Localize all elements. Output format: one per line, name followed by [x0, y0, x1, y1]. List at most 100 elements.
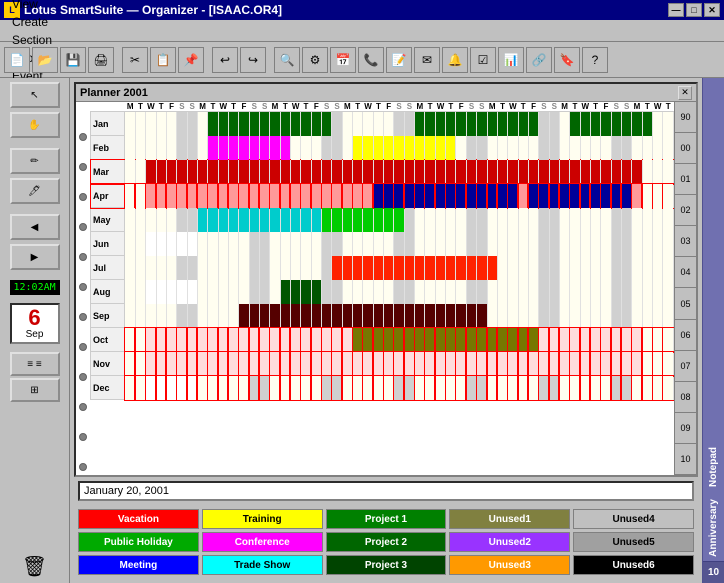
planner-cell[interactable] [653, 280, 663, 304]
planner-cell[interactable] [653, 256, 663, 280]
planner-cell[interactable] [280, 208, 290, 232]
planner-cell[interactable] [435, 328, 445, 352]
planner-cell[interactable] [249, 112, 259, 136]
right-num-9[interactable]: 08 [675, 382, 696, 413]
planner-cell[interactable] [125, 208, 135, 232]
planner-cell[interactable] [549, 280, 559, 304]
planner-cell[interactable] [135, 160, 145, 184]
planner-cell[interactable] [404, 136, 414, 160]
planner-cell[interactable] [415, 136, 425, 160]
planner-cell[interactable] [342, 280, 352, 304]
planner-cell[interactable] [125, 280, 135, 304]
planner-cell[interactable] [653, 136, 663, 160]
planner-cell[interactable] [446, 232, 456, 256]
planner-cell[interactable] [497, 376, 507, 400]
planner-cell[interactable] [632, 184, 642, 208]
planner-row[interactable]: Sep [91, 304, 674, 328]
planner-cell[interactable] [228, 256, 238, 280]
planner-cell[interactable] [621, 232, 631, 256]
planner-cell[interactable] [311, 304, 321, 328]
planner-cell[interactable] [580, 352, 590, 376]
planner-cell[interactable] [518, 352, 528, 376]
planner-cell[interactable] [146, 112, 156, 136]
planner-cell[interactable] [404, 232, 414, 256]
planner-cell[interactable] [125, 136, 135, 160]
planner-cell[interactable] [197, 304, 207, 328]
planner-cell[interactable] [580, 256, 590, 280]
planner-cell[interactable] [642, 232, 652, 256]
planner-cell[interactable] [653, 328, 663, 352]
planner-cell[interactable] [580, 328, 590, 352]
planner-cell[interactable] [322, 376, 332, 400]
planner-cell[interactable] [539, 352, 549, 376]
planner-cell[interactable] [570, 280, 580, 304]
planner-cell[interactable] [353, 184, 363, 208]
planner-cell[interactable] [156, 160, 166, 184]
planner-cell[interactable] [135, 352, 145, 376]
legend-item-4[interactable]: Unused4 [573, 509, 694, 529]
planner-cell[interactable] [322, 352, 332, 376]
planner-cell[interactable] [239, 352, 249, 376]
planner-cell[interactable] [477, 352, 487, 376]
bookmark-button[interactable]: 🔖 [554, 47, 580, 73]
planner-cell[interactable] [311, 136, 321, 160]
planner-cell[interactable] [270, 256, 280, 280]
planner-cell[interactable] [177, 112, 187, 136]
planner-cell[interactable] [508, 232, 518, 256]
planner-cell[interactable] [456, 352, 466, 376]
planner-cell[interactable] [497, 352, 507, 376]
planner-cell[interactable] [363, 232, 373, 256]
planner-cell[interactable] [632, 232, 642, 256]
planner-cell[interactable] [539, 136, 549, 160]
planner-cell[interactable] [456, 280, 466, 304]
planner-cell[interactable] [621, 208, 631, 232]
planner-cell[interactable] [404, 352, 414, 376]
planner-cell[interactable] [280, 352, 290, 376]
planner-cell[interactable] [228, 352, 238, 376]
redo-button[interactable]: ↪ [240, 47, 266, 73]
planner-cell[interactable] [487, 280, 497, 304]
planner-cell[interactable] [601, 184, 611, 208]
legend-item-6[interactable]: Conference [202, 532, 323, 552]
planner-cell[interactable] [663, 208, 674, 232]
planner-cell[interactable] [125, 328, 135, 352]
legend-item-7[interactable]: Project 2 [326, 532, 447, 552]
planner-cell[interactable] [259, 280, 269, 304]
hand-tool[interactable]: ✋ [10, 112, 60, 138]
planner-cell[interactable] [653, 112, 663, 136]
planner-cell[interactable] [270, 328, 280, 352]
planner-cell[interactable] [570, 184, 580, 208]
planner-cell[interactable] [249, 376, 259, 400]
planner-cell[interactable] [425, 112, 435, 136]
planner-cell[interactable] [135, 376, 145, 400]
planner-cell[interactable] [218, 328, 228, 352]
save-button[interactable]: 💾 [60, 47, 86, 73]
planner-cell[interactable] [177, 160, 187, 184]
planner-cell[interactable] [559, 304, 569, 328]
planner-cell[interactable] [528, 304, 538, 328]
planner-cell[interactable] [528, 160, 538, 184]
planner-cell[interactable] [280, 304, 290, 328]
list-view-button[interactable]: ≡ ≡ [10, 352, 60, 376]
planner-cell[interactable] [373, 352, 383, 376]
planner-cell[interactable] [570, 232, 580, 256]
planner-cell[interactable] [301, 328, 311, 352]
planner-cell[interactable] [187, 256, 197, 280]
planner-cell[interactable] [249, 136, 259, 160]
planner-cell[interactable] [125, 352, 135, 376]
planner-cell[interactable] [187, 280, 197, 304]
planner-cell[interactable] [487, 184, 497, 208]
planner-cell[interactable] [653, 232, 663, 256]
planner-cell[interactable] [363, 376, 373, 400]
legend-item-13[interactable]: Unused3 [449, 555, 570, 575]
planner-cell[interactable] [177, 280, 187, 304]
planner-cell[interactable] [353, 136, 363, 160]
planner-cell[interactable] [559, 328, 569, 352]
planner-cell[interactable] [415, 328, 425, 352]
planner-cell[interactable] [549, 328, 559, 352]
planner-cell[interactable] [218, 232, 228, 256]
nav-next[interactable]: ▶ [10, 244, 60, 270]
planner-cell[interactable] [373, 136, 383, 160]
planner-cell[interactable] [290, 208, 300, 232]
planner-cell[interactable] [466, 304, 476, 328]
